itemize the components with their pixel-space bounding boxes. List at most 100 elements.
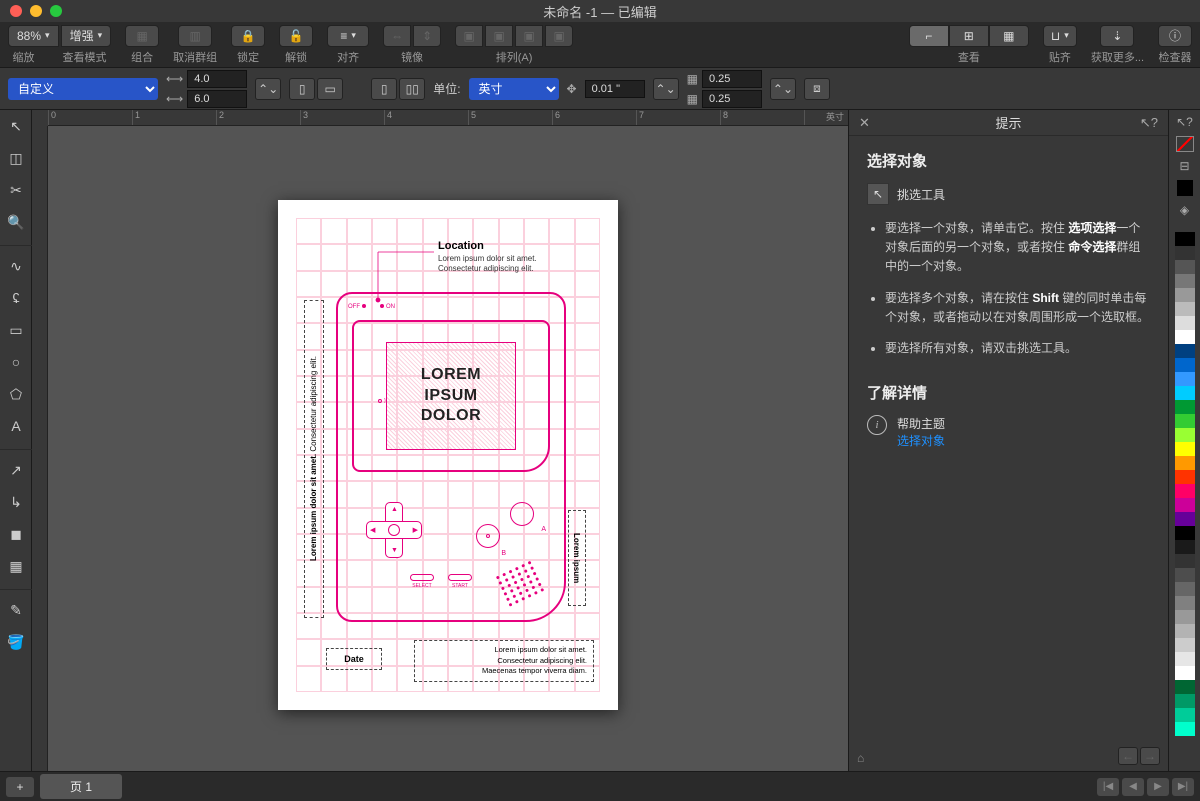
- dropshadow-tool[interactable]: ◼: [0, 518, 32, 550]
- hints-close-button[interactable]: ✕: [859, 115, 870, 131]
- view-ruler-button[interactable]: ▦: [989, 25, 1029, 47]
- color-swatch[interactable]: [1175, 442, 1195, 456]
- artistic-tool[interactable]: ʢ: [0, 282, 32, 314]
- grid-stepper[interactable]: ⌃⌄: [770, 78, 796, 100]
- color-swatch[interactable]: [1175, 344, 1195, 358]
- color-swatch[interactable]: [1175, 498, 1195, 512]
- ungroup-button[interactable]: ▥: [178, 25, 212, 47]
- view-normal-button[interactable]: ⌐: [909, 25, 949, 47]
- color-swatch[interactable]: [1175, 540, 1195, 554]
- color-swatch[interactable]: [1175, 596, 1195, 610]
- nudge-stepper[interactable]: ⌃⌄: [653, 78, 679, 100]
- fill-tool[interactable]: 🪣: [0, 626, 32, 658]
- color-swatch[interactable]: [1175, 526, 1195, 540]
- horizontal-ruler[interactable]: 012345678英寸: [48, 110, 848, 126]
- snap-dropdown[interactable]: ⊔: [1043, 25, 1077, 47]
- unlock-button[interactable]: 🔓: [279, 25, 313, 47]
- text-tool[interactable]: A: [0, 410, 32, 442]
- page-artwork[interactable]: Location Lorem ipsum dolor sit amet.Cons…: [278, 200, 618, 710]
- canvas[interactable]: 012345678英寸 Location Lorem ipsum dolor s…: [32, 110, 848, 771]
- color-swatch[interactable]: [1175, 694, 1195, 708]
- mirror-v-button[interactable]: ⇕: [413, 25, 441, 47]
- vertical-ruler[interactable]: [32, 126, 48, 771]
- nav-last-button[interactable]: ▶|: [1172, 778, 1194, 796]
- connector-tool[interactable]: ↳: [0, 486, 32, 518]
- arrange-forward-button[interactable]: ▣: [485, 25, 513, 47]
- height-field[interactable]: [187, 90, 247, 108]
- grid-y-field[interactable]: [702, 90, 762, 108]
- color-swatch[interactable]: [1175, 316, 1195, 330]
- nudge-field[interactable]: [585, 80, 645, 98]
- ellipse-tool[interactable]: ○: [0, 346, 32, 378]
- color-swatch[interactable]: [1175, 260, 1195, 274]
- hints-home-icon[interactable]: ⌂: [857, 751, 864, 765]
- get-more-button[interactable]: ⇣: [1100, 25, 1134, 47]
- arrange-front-button[interactable]: ▣: [455, 25, 483, 47]
- color-swatch[interactable]: [1175, 400, 1195, 414]
- color-swatch[interactable]: [1175, 708, 1195, 722]
- color-swatch[interactable]: [1175, 484, 1195, 498]
- color-swatch[interactable]: [1175, 456, 1195, 470]
- grid-x-field[interactable]: [702, 70, 762, 88]
- color-swatch[interactable]: [1175, 288, 1195, 302]
- color-swatch[interactable]: [1175, 372, 1195, 386]
- crop-tool[interactable]: ✂: [0, 174, 32, 206]
- color-swatch[interactable]: [1175, 722, 1195, 736]
- color-swatch[interactable]: [1175, 302, 1195, 316]
- color-swatch[interactable]: [1175, 358, 1195, 372]
- palette-arrange-icon[interactable]: ⊟: [1176, 158, 1194, 174]
- color-swatch[interactable]: [1175, 652, 1195, 666]
- mirror-h-button[interactable]: ⇔: [383, 25, 411, 47]
- zoom-window[interactable]: [50, 5, 62, 17]
- crop-button[interactable]: ⧈: [804, 78, 830, 100]
- group-button[interactable]: ▦: [125, 25, 159, 47]
- palette-layers-icon[interactable]: ◈: [1176, 202, 1194, 218]
- rectangle-tool[interactable]: ▭: [0, 314, 32, 346]
- color-swatch[interactable]: [1175, 680, 1195, 694]
- units-select[interactable]: 英寸: [469, 78, 559, 100]
- transparency-tool[interactable]: ▦: [0, 550, 32, 582]
- nav-first-button[interactable]: |◀: [1097, 778, 1119, 796]
- color-swatch[interactable]: [1175, 638, 1195, 652]
- color-swatch[interactable]: [1175, 386, 1195, 400]
- add-page-button[interactable]: +: [6, 777, 34, 797]
- color-swatch[interactable]: [1175, 274, 1195, 288]
- color-swatch[interactable]: [1175, 512, 1195, 526]
- hints-prev-button[interactable]: ←: [1118, 747, 1138, 765]
- arrange-back-button[interactable]: ▣: [545, 25, 573, 47]
- freehand-tool[interactable]: ∿: [0, 250, 32, 282]
- arrange-backward-button[interactable]: ▣: [515, 25, 543, 47]
- zoom-tool[interactable]: 🔍: [0, 206, 32, 238]
- dimension-tool[interactable]: ↗: [0, 454, 32, 486]
- page-tab-1[interactable]: 页 1: [40, 774, 122, 799]
- size-stepper[interactable]: ⌃⌄: [255, 78, 281, 100]
- view-enhance-dropdown[interactable]: 增强: [61, 25, 112, 47]
- color-swatch[interactable]: [1175, 330, 1195, 344]
- ruler-origin[interactable]: [32, 110, 48, 126]
- page-spread-button[interactable]: ▯▯: [399, 78, 425, 100]
- color-swatch[interactable]: [1175, 568, 1195, 582]
- close-window[interactable]: [10, 5, 22, 17]
- color-swatch[interactable]: [1175, 554, 1195, 568]
- color-swatch[interactable]: [1175, 428, 1195, 442]
- color-swatch[interactable]: [1175, 666, 1195, 680]
- orient-portrait-button[interactable]: ▯: [289, 78, 315, 100]
- view-grid-button[interactable]: ⊞: [949, 25, 989, 47]
- no-fill-swatch[interactable]: [1176, 136, 1194, 152]
- eyedropper-tool[interactable]: ✎: [0, 594, 32, 626]
- current-fill-swatch[interactable]: [1177, 180, 1193, 196]
- orient-landscape-button[interactable]: ▭: [317, 78, 343, 100]
- lock-button[interactable]: 🔒: [231, 25, 265, 47]
- align-dropdown[interactable]: ≡: [327, 25, 369, 47]
- hints-help-icon[interactable]: ↖?: [1140, 115, 1158, 131]
- zoom-dropdown[interactable]: 88%: [8, 25, 59, 47]
- hints-next-button[interactable]: →: [1140, 747, 1160, 765]
- minimize-window[interactable]: [30, 5, 42, 17]
- nav-prev-button[interactable]: ◀: [1122, 778, 1144, 796]
- help-link[interactable]: 选择对象: [897, 434, 945, 448]
- color-swatch[interactable]: [1175, 610, 1195, 624]
- page-single-button[interactable]: ▯: [371, 78, 397, 100]
- polygon-tool[interactable]: ⬠: [0, 378, 32, 410]
- color-swatch[interactable]: [1175, 470, 1195, 484]
- nav-next-button[interactable]: ▶: [1147, 778, 1169, 796]
